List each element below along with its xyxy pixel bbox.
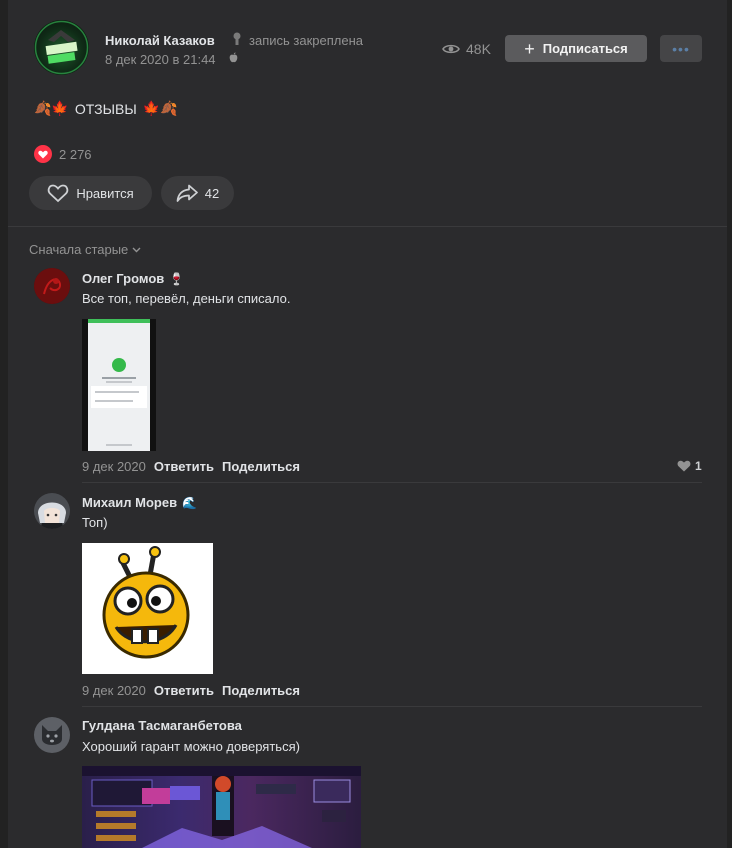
sort-label: Сначала старые	[29, 242, 129, 257]
leaf-emoji: 🍂🍁	[34, 100, 69, 116]
comment-text: Топ)	[82, 515, 108, 530]
chevron-down-icon	[132, 247, 141, 252]
divider	[8, 226, 727, 227]
avatar[interactable]	[34, 268, 70, 304]
post-date[interactable]: 8 дек 2020 в 21:44	[105, 52, 216, 67]
comment-photo-attachment[interactable]	[82, 766, 361, 848]
likes-count: 2 276	[59, 146, 92, 162]
comment-author[interactable]: Олег Громов 🍷	[82, 271, 184, 286]
like-button[interactable]: Нравится	[29, 176, 152, 210]
pinned-label: запись закреплена	[249, 33, 363, 48]
subscribe-label: Подписаться	[542, 41, 628, 56]
more-button[interactable]: •••	[660, 35, 702, 62]
post-text: 🍂🍁 ОТЗЫВЫ 🍁🍂	[34, 100, 178, 117]
eye-icon	[442, 44, 460, 54]
comment-photo-attachment[interactable]	[82, 319, 156, 451]
wine-emoji: 🍷	[169, 271, 185, 286]
comment-text: Хороший гарант можно доверяться)	[82, 739, 300, 754]
likes-summary[interactable]: 2 276	[34, 145, 92, 163]
comment-meta: 9 дек 2020 Ответить Поделиться	[82, 459, 308, 474]
comment-photo-attachment[interactable]	[82, 543, 213, 674]
comment-divider	[82, 482, 702, 483]
comments-sort-dropdown[interactable]: Сначала старые	[29, 242, 141, 257]
pin-icon	[233, 32, 241, 45]
post-text-label: ОТЗЫВЫ	[74, 100, 137, 117]
reply-link[interactable]: Ответить	[154, 459, 214, 474]
comment-text: Все топ, перевёл, деньги списало.	[82, 291, 291, 306]
author-avatar[interactable]	[34, 20, 89, 75]
comment-author[interactable]: Михаил Морев 🌊	[82, 495, 197, 510]
comment-like[interactable]: 1	[677, 459, 702, 473]
comment-date[interactable]: 9 дек 2020	[82, 683, 146, 698]
leaf-emoji: 🍁🍂	[142, 100, 178, 116]
avatar[interactable]	[34, 717, 70, 753]
like-label: Нравится	[76, 185, 134, 201]
post-card: Николай Казаков запись закреплена 8 дек …	[8, 0, 727, 848]
reply-link[interactable]: Ответить	[154, 683, 214, 698]
subscribe-button[interactable]: + Подписаться	[505, 35, 647, 62]
author-name[interactable]: Николай Казаков	[105, 33, 215, 48]
heart-icon	[34, 145, 52, 163]
comment-date[interactable]: 9 дек 2020	[82, 459, 146, 474]
more-icon: •••	[672, 40, 690, 57]
comment-likes-count: 1	[695, 459, 702, 473]
comment-author[interactable]: Гулдана Тасмаганбетова	[82, 718, 242, 733]
wave-emoji: 🌊	[182, 495, 198, 510]
share-icon	[176, 184, 198, 202]
plus-icon: +	[524, 38, 535, 59]
apple-icon	[229, 52, 238, 63]
views-counter: 48K	[442, 41, 491, 57]
share-count: 42	[204, 185, 220, 201]
share-button[interactable]: 42	[161, 176, 234, 210]
comment-divider	[82, 706, 702, 707]
heart-icon	[677, 460, 691, 472]
like-icon	[48, 184, 69, 203]
views-count: 48K	[466, 41, 491, 57]
share-link[interactable]: Поделиться	[222, 459, 300, 474]
share-link[interactable]: Поделиться	[222, 683, 300, 698]
avatar[interactable]	[34, 493, 70, 529]
comment-meta: 9 дек 2020 Ответить Поделиться	[82, 683, 308, 698]
